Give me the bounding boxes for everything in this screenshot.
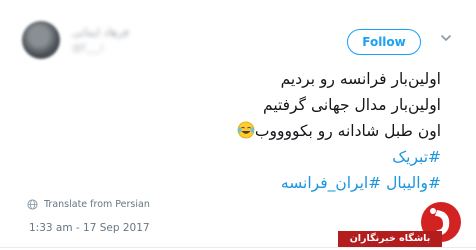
hashtag-iran-france[interactable]: #ایران_فرانسه <box>281 174 381 192</box>
follow-button[interactable]: Follow <box>347 29 421 55</box>
author-name[interactable]: فرهاد ایمانی <box>72 26 129 39</box>
hashtag-line: #والیبال #ایران_فرانسه <box>141 170 441 196</box>
translate-label[interactable]: Translate from Persian <box>44 199 150 210</box>
hashtag-congrats[interactable]: #تبریک <box>141 144 441 170</box>
laughing-crying-emoji-icon <box>237 121 255 139</box>
tweet-line-1: اولین‌بار فرانسه رو بردیم <box>280 70 441 88</box>
globe-icon <box>27 199 38 210</box>
author-handle[interactable]: @f___i <box>72 43 103 54</box>
translate-link[interactable]: Translate from Persian <box>27 199 150 210</box>
tweet-line-3: اون طبل شادانه رو بکووووب <box>141 118 441 144</box>
avatar[interactable] <box>22 21 60 59</box>
divider <box>0 247 476 248</box>
tweet-line-3-text: اون طبل شادانه رو بکووووب <box>254 122 441 140</box>
tweet-line-2: اولین‌بار مدال جهانی گرفتیم <box>263 96 441 114</box>
chevron-down-icon[interactable] <box>440 32 452 44</box>
hashtag-volleyball[interactable]: #والیبال <box>386 174 441 192</box>
tweet-text: اولین‌بار فرانسه رو بردیم اولین‌بار مدال… <box>141 66 441 196</box>
watermark-label: باشگاه خبرنگاران <box>338 231 442 247</box>
tweet-timestamp[interactable]: 1:33 am - 17 Sep 2017 <box>29 222 150 234</box>
